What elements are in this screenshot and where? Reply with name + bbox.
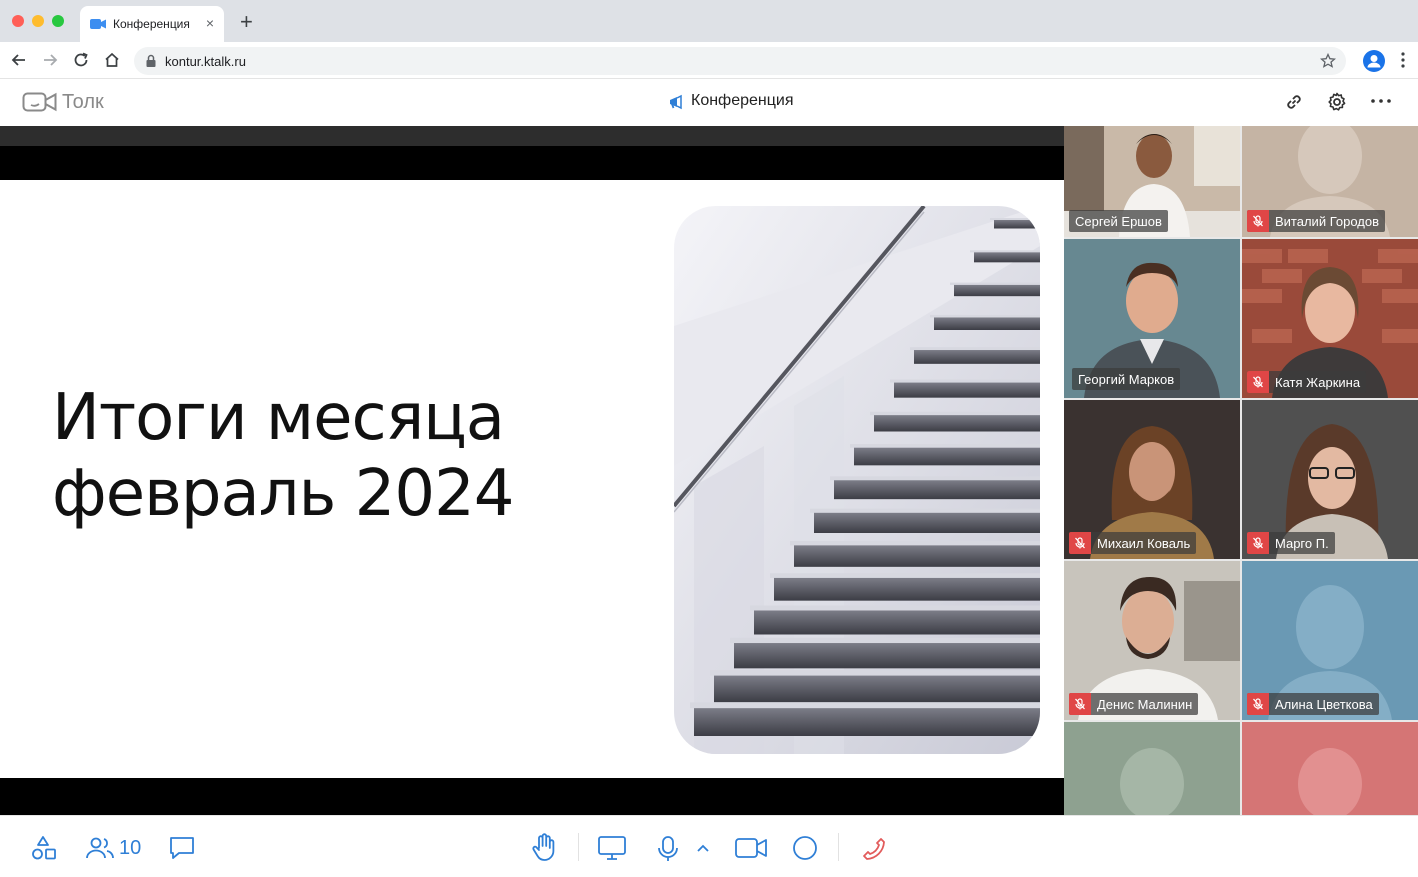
camera-icon[interactable] bbox=[734, 835, 768, 861]
participant-name: Сергей Ершов bbox=[1075, 213, 1162, 229]
mic-muted-icon bbox=[1247, 693, 1269, 715]
mic-muted-icon bbox=[1069, 532, 1091, 554]
microphone-icon[interactable] bbox=[656, 835, 680, 863]
megaphone-icon bbox=[670, 94, 682, 110]
participant-name-tag: Катя Жаркина bbox=[1247, 371, 1367, 393]
window-minimize-button[interactable] bbox=[32, 15, 44, 27]
reload-icon[interactable] bbox=[71, 50, 91, 70]
participant-name-tag: Марго П. bbox=[1247, 532, 1335, 554]
presentation-slide: Итоги месяца февраль 2024 bbox=[0, 180, 1064, 778]
logo-text: Толк bbox=[62, 91, 104, 113]
participant-tile[interactable]: Виталий Городов bbox=[1242, 126, 1418, 237]
participant-name: Виталий Городов bbox=[1275, 213, 1379, 229]
mic-muted-icon bbox=[1247, 210, 1269, 232]
screen-share-area: Итоги месяца февраль 2024 bbox=[0, 126, 1064, 815]
shapes-icon[interactable] bbox=[31, 835, 57, 861]
participant-name-tag: Виталий Городов bbox=[1247, 210, 1385, 232]
conference-title: Конференция bbox=[691, 92, 794, 109]
mic-muted-icon bbox=[1247, 371, 1269, 393]
browser-tab-bar: Конференция × + bbox=[0, 0, 1418, 42]
participant-name-tag: Алина Цветкова bbox=[1247, 693, 1379, 715]
call-controls-bar: 10 bbox=[0, 815, 1418, 877]
address-bar[interactable]: kontur.ktalk.ru bbox=[134, 47, 1346, 75]
participant-tile[interactable]: Марго П. bbox=[1242, 400, 1418, 559]
new-tab-button[interactable]: + bbox=[240, 11, 253, 33]
participant-tile[interactable] bbox=[1242, 722, 1418, 815]
participants-icon[interactable] bbox=[85, 835, 115, 861]
user-icon bbox=[1367, 55, 1381, 68]
home-icon[interactable] bbox=[102, 50, 122, 70]
participant-name-tag: Сергей Ершов bbox=[1069, 210, 1168, 232]
end-call-icon[interactable] bbox=[859, 834, 887, 862]
slide-title-line-1: Итоги месяца bbox=[52, 381, 505, 455]
mic-muted-icon bbox=[1247, 532, 1269, 554]
window-maximize-button[interactable] bbox=[52, 15, 64, 27]
back-arrow-icon[interactable] bbox=[9, 50, 29, 70]
participants-video-grid: Сергей Ершов Виталий Городов Георгий Мар… bbox=[1064, 126, 1418, 815]
participant-name: Михаил Коваль bbox=[1097, 535, 1191, 551]
more-options-icon[interactable] bbox=[1370, 98, 1392, 104]
controls-separator bbox=[578, 833, 579, 861]
forward-arrow-icon[interactable] bbox=[40, 50, 60, 70]
controls-separator bbox=[838, 833, 839, 861]
mic-muted-icon bbox=[1069, 693, 1091, 715]
participant-tile[interactable] bbox=[1064, 722, 1240, 815]
staircase-image bbox=[674, 206, 1040, 754]
avatar-placeholder bbox=[1064, 722, 1240, 815]
staircase-illustration bbox=[674, 206, 1040, 754]
participant-name-tag: Денис Малинин bbox=[1069, 693, 1199, 715]
participant-name: Марго П. bbox=[1275, 535, 1329, 551]
url-text: kontur.ktalk.ru bbox=[165, 54, 246, 69]
slide-title-line-2: февраль 2024 bbox=[52, 457, 514, 531]
bookmark-star-icon[interactable] bbox=[1320, 53, 1336, 69]
participant-name-tag: Михаил Коваль bbox=[1069, 532, 1197, 554]
stage-top-strip bbox=[0, 126, 1064, 146]
participant-tile[interactable]: Алина Цветкова bbox=[1242, 561, 1418, 720]
raise-hand-icon[interactable] bbox=[530, 833, 558, 863]
tolk-logo-icon bbox=[22, 92, 57, 112]
participant-name: Георгий Марков bbox=[1078, 371, 1175, 387]
participant-tile[interactable]: Катя Жаркина bbox=[1242, 239, 1418, 398]
chevron-up-icon[interactable] bbox=[696, 843, 710, 853]
avatar-placeholder bbox=[1242, 722, 1418, 815]
window-close-button[interactable] bbox=[12, 15, 24, 27]
participant-name-tag: Георгий Марков bbox=[1072, 368, 1181, 390]
browser-toolbar: kontur.ktalk.ru bbox=[0, 42, 1418, 79]
participant-tile[interactable]: Михаил Коваль bbox=[1064, 400, 1240, 559]
participant-tile[interactable]: Денис Малинин bbox=[1064, 561, 1240, 720]
app-header: Толк Конференция bbox=[0, 79, 1418, 126]
participant-name: Алина Цветкова bbox=[1275, 696, 1373, 712]
screen-share-icon[interactable] bbox=[597, 835, 627, 861]
slide-title: Итоги месяца февраль 2024 bbox=[52, 380, 514, 532]
participant-tile[interactable]: Сергей Ершов bbox=[1064, 126, 1240, 237]
chat-icon[interactable] bbox=[168, 835, 196, 861]
participant-tile-active-speaker[interactable]: Георгий Марков bbox=[1064, 239, 1240, 398]
tab-close-icon[interactable]: × bbox=[206, 15, 214, 31]
participant-name: Денис Малинин bbox=[1097, 696, 1193, 712]
participant-name: Катя Жаркина bbox=[1275, 374, 1361, 390]
participant-count[interactable]: 10 bbox=[119, 837, 141, 860]
gear-icon[interactable] bbox=[1326, 91, 1348, 113]
browser-tab[interactable]: Конференция × bbox=[80, 6, 224, 42]
link-icon[interactable] bbox=[1283, 91, 1305, 113]
record-icon[interactable] bbox=[792, 835, 818, 861]
lock-icon bbox=[146, 54, 156, 67]
tab-title: Конференция bbox=[113, 17, 190, 31]
profile-avatar[interactable] bbox=[1363, 50, 1385, 72]
browser-menu-icon[interactable] bbox=[1400, 51, 1406, 69]
camera-icon bbox=[90, 19, 106, 29]
